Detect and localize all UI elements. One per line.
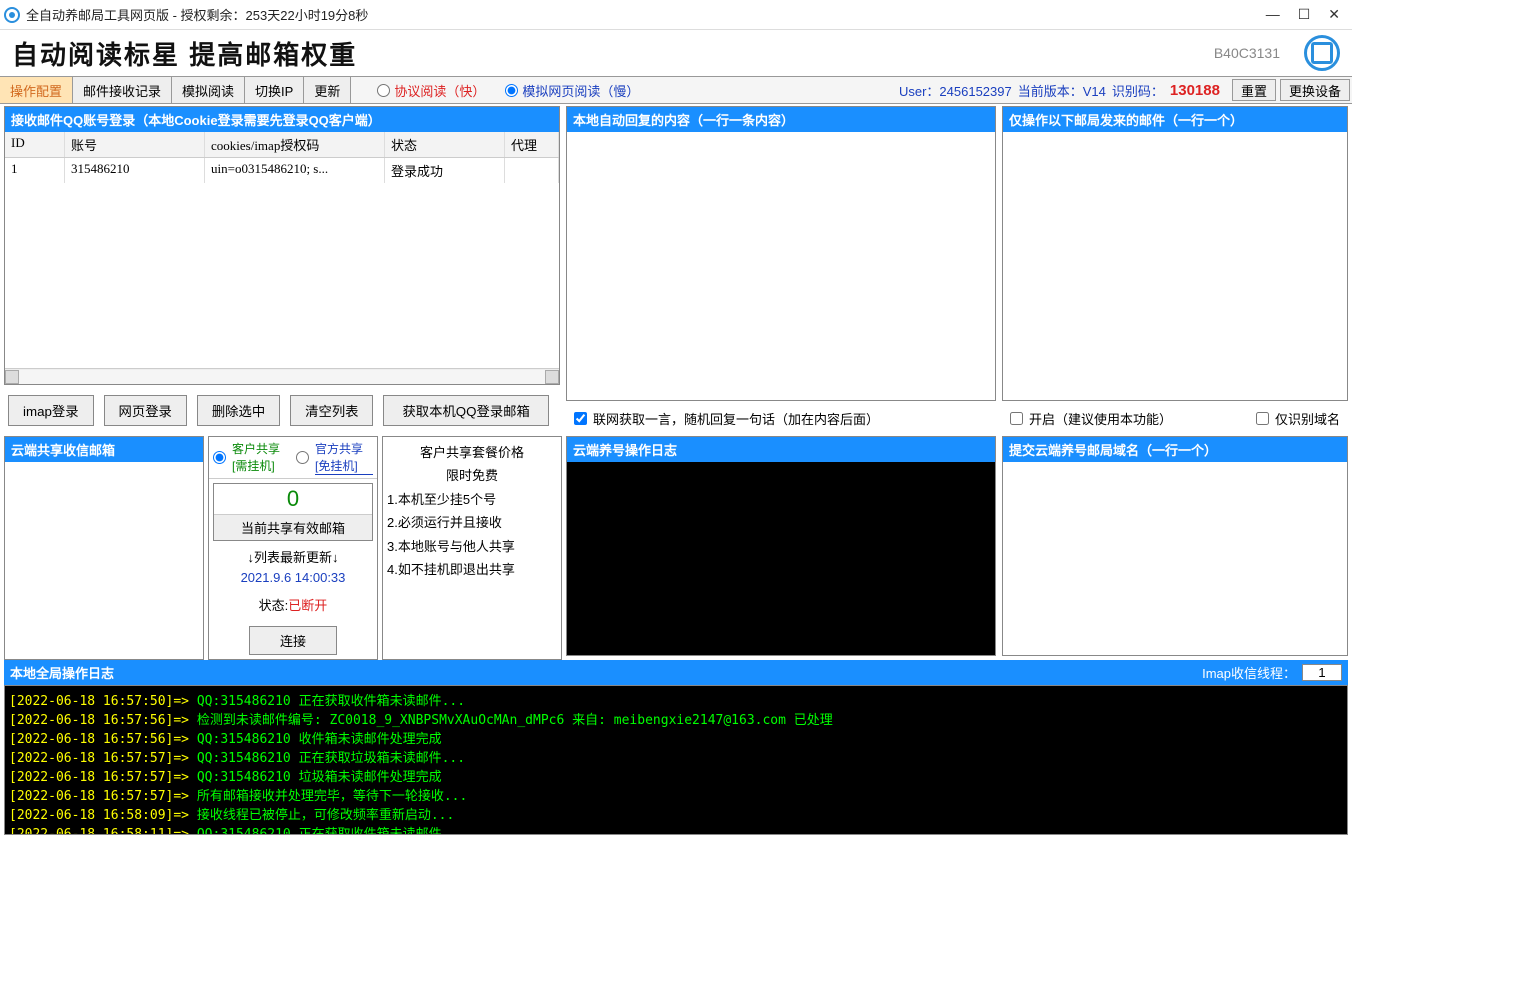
accounts-panel: 接收邮件QQ账号登录（本地Cookie登录需要先登录QQ客户端） ID 账号 c… xyxy=(4,106,560,385)
version-label: 当前版本：V14 xyxy=(1018,81,1106,100)
only-domain-label: 仅识别域名 xyxy=(1275,409,1340,428)
local-log-title: 本地全局操作日志 xyxy=(10,663,114,682)
window-title: 全自动养邮局工具网页版 - 授权剩余：253天22小时19分8秒 xyxy=(26,5,1266,24)
reset-button[interactable]: 重置 xyxy=(1232,79,1276,101)
tab-switch-ip[interactable]: 切换IP xyxy=(245,77,304,103)
share-status-line: 状态:已断开 xyxy=(209,587,377,622)
submit-domain-panel: 提交云端养号邮局域名（一行一个） xyxy=(1002,436,1348,656)
share-status-panel: 客户共享[需挂机] 官方共享[免挂机] 0 当前共享有效邮箱 ↓列表最新更新↓ … xyxy=(208,436,378,660)
col-status: 状态 xyxy=(385,132,505,157)
tab-sim-read[interactable]: 模拟阅读 xyxy=(172,77,245,103)
app-icon xyxy=(4,7,20,23)
cloud-log-header: 云端养号操作日志 xyxy=(567,437,995,462)
window-controls: — ☐ ✕ xyxy=(1266,6,1348,23)
window-titlebar: 全自动养邮局工具网页版 - 授权剩余：253天22小时19分8秒 — ☐ ✕ xyxy=(0,0,1352,30)
radio-customer-share[interactable] xyxy=(213,440,226,475)
cloud-log-panel: 云端养号操作日志 xyxy=(566,436,996,656)
share-count-label: 当前共享有效邮箱 xyxy=(214,514,372,540)
rules-title: 客户共享套餐价格 xyxy=(387,441,557,464)
share-inbox-header: 云端共享收信邮箱 xyxy=(5,437,203,462)
share-counter: 0 当前共享有效邮箱 xyxy=(213,483,373,541)
label-customer-share: 客户共享[需挂机] xyxy=(232,440,290,475)
banner: 自动阅读标星 提高邮箱权重 B40C3131 xyxy=(0,30,1352,76)
col-account: 账号 xyxy=(65,132,205,157)
accounts-hscrollbar[interactable] xyxy=(5,368,559,384)
minimize-button[interactable]: — xyxy=(1266,6,1280,23)
table-row[interactable]: 1 315486210 uin=o0315486210; s... 登录成功 xyxy=(5,158,559,183)
label-official-share: 官方共享[免挂机] xyxy=(315,440,373,475)
clear-list-button[interactable]: 清空列表 xyxy=(290,395,373,426)
filter-textarea[interactable] xyxy=(1003,132,1347,400)
col-cookie: cookies/imap授权码 xyxy=(205,132,385,157)
toolbar: 操作配置 邮件接收记录 模拟阅读 切换IP 更新 协议阅读（快） 模拟网页阅读（… xyxy=(0,76,1352,104)
share-count-value: 0 xyxy=(214,484,372,514)
connect-button[interactable]: 连接 xyxy=(249,626,337,655)
tab-update[interactable]: 更新 xyxy=(304,77,351,103)
enable-filter-checkbox[interactable] xyxy=(1010,412,1023,425)
fetch-hitokoto-checkbox[interactable] xyxy=(574,412,587,425)
share-update-label: ↓列表最新更新↓ xyxy=(209,545,377,568)
imap-login-button[interactable]: imap登录 xyxy=(8,395,94,426)
protocol-radio-group: 协议阅读（快） xyxy=(367,77,495,103)
banner-slogan: 自动阅读标星 提高邮箱权重 xyxy=(12,35,357,72)
cloud-log-body[interactable] xyxy=(567,462,995,655)
fetch-hitokoto-label: 联网获取一言，随机回复一句话（加在内容后面） xyxy=(593,409,879,428)
banner-logo-icon xyxy=(1304,35,1340,71)
local-log-header-bar: 本地全局操作日志 Imap收信线程： xyxy=(4,660,1348,685)
rule-item: 3.本地账号与他人共享 xyxy=(387,535,557,558)
delete-selected-button[interactable]: 删除选中 xyxy=(197,395,280,426)
only-domain-checkbox[interactable] xyxy=(1256,412,1269,425)
maximize-button[interactable]: ☐ xyxy=(1298,6,1311,23)
enable-filter-label: 开启（建议使用本功能） xyxy=(1029,409,1172,428)
imap-thread-label: Imap收信线程： xyxy=(1202,663,1296,682)
rule-item: 2.必须运行并且接收 xyxy=(387,511,557,534)
share-inbox-panel: 云端共享收信邮箱 xyxy=(4,436,204,660)
accounts-button-row: imap登录 网页登录 删除选中 清空列表 获取本机QQ登录邮箱 xyxy=(4,389,560,432)
imap-thread-input[interactable] xyxy=(1302,664,1342,681)
col-id: ID xyxy=(5,132,65,157)
share-timestamp: 2021.9.6 14:00:33 xyxy=(209,568,377,587)
close-button[interactable]: ✕ xyxy=(1328,6,1340,23)
submit-domain-header: 提交云端养号邮局域名（一行一个） xyxy=(1003,437,1347,462)
col-proxy: 代理 xyxy=(505,132,559,157)
autoreply-textarea[interactable] xyxy=(567,132,995,400)
radio-protocol-fast[interactable] xyxy=(377,84,390,97)
fetch-local-qq-button[interactable]: 获取本机QQ登录邮箱 xyxy=(383,395,548,426)
accounts-table-header: ID 账号 cookies/imap授权码 状态 代理 xyxy=(5,132,559,158)
filter-header: 仅操作以下邮局发来的邮件（一行一个） xyxy=(1003,107,1347,132)
autoreply-header: 本地自动回复的内容（一行一条内容） xyxy=(567,107,995,132)
submit-domain-textarea[interactable] xyxy=(1003,462,1347,655)
share-rules-panel: 客户共享套餐价格 限时免费 1.本机至少挂5个号 2.必须运行并且接收 3.本地… xyxy=(382,436,562,660)
label-protocol-slow: 模拟网页阅读（慢） xyxy=(522,81,639,100)
tab-receive-log[interactable]: 邮件接收记录 xyxy=(73,77,172,103)
rule-item: 1.本机至少挂5个号 xyxy=(387,488,557,511)
filter-panel: 仅操作以下邮局发来的邮件（一行一个） xyxy=(1002,106,1348,401)
user-label: User：2456152397 xyxy=(899,81,1012,100)
tab-config[interactable]: 操作配置 xyxy=(0,77,73,103)
ident-value: 130188 xyxy=(1170,82,1220,99)
share-inbox-list[interactable] xyxy=(5,462,203,659)
local-log-console[interactable]: [2022-06-18 16:57:50]=> QQ:315486210 正在获… xyxy=(4,685,1348,835)
label-protocol-fast: 协议阅读（快） xyxy=(394,81,485,100)
radio-official-share[interactable] xyxy=(296,440,309,475)
rule-item: 4.如不挂机即退出共享 xyxy=(387,558,557,581)
radio-protocol-slow[interactable] xyxy=(505,84,518,97)
banner-code: B40C3131 xyxy=(1214,45,1280,61)
change-device-button[interactable]: 更换设备 xyxy=(1280,79,1350,101)
accounts-header: 接收邮件QQ账号登录（本地Cookie登录需要先登录QQ客户端） xyxy=(5,107,559,132)
autoreply-panel: 本地自动回复的内容（一行一条内容） xyxy=(566,106,996,401)
rules-subtitle: 限时免费 xyxy=(387,464,557,487)
accounts-table-body[interactable]: 1 315486210 uin=o0315486210; s... 登录成功 xyxy=(5,158,559,368)
web-login-button[interactable]: 网页登录 xyxy=(104,395,187,426)
ident-label: 识别码： xyxy=(1112,81,1164,100)
